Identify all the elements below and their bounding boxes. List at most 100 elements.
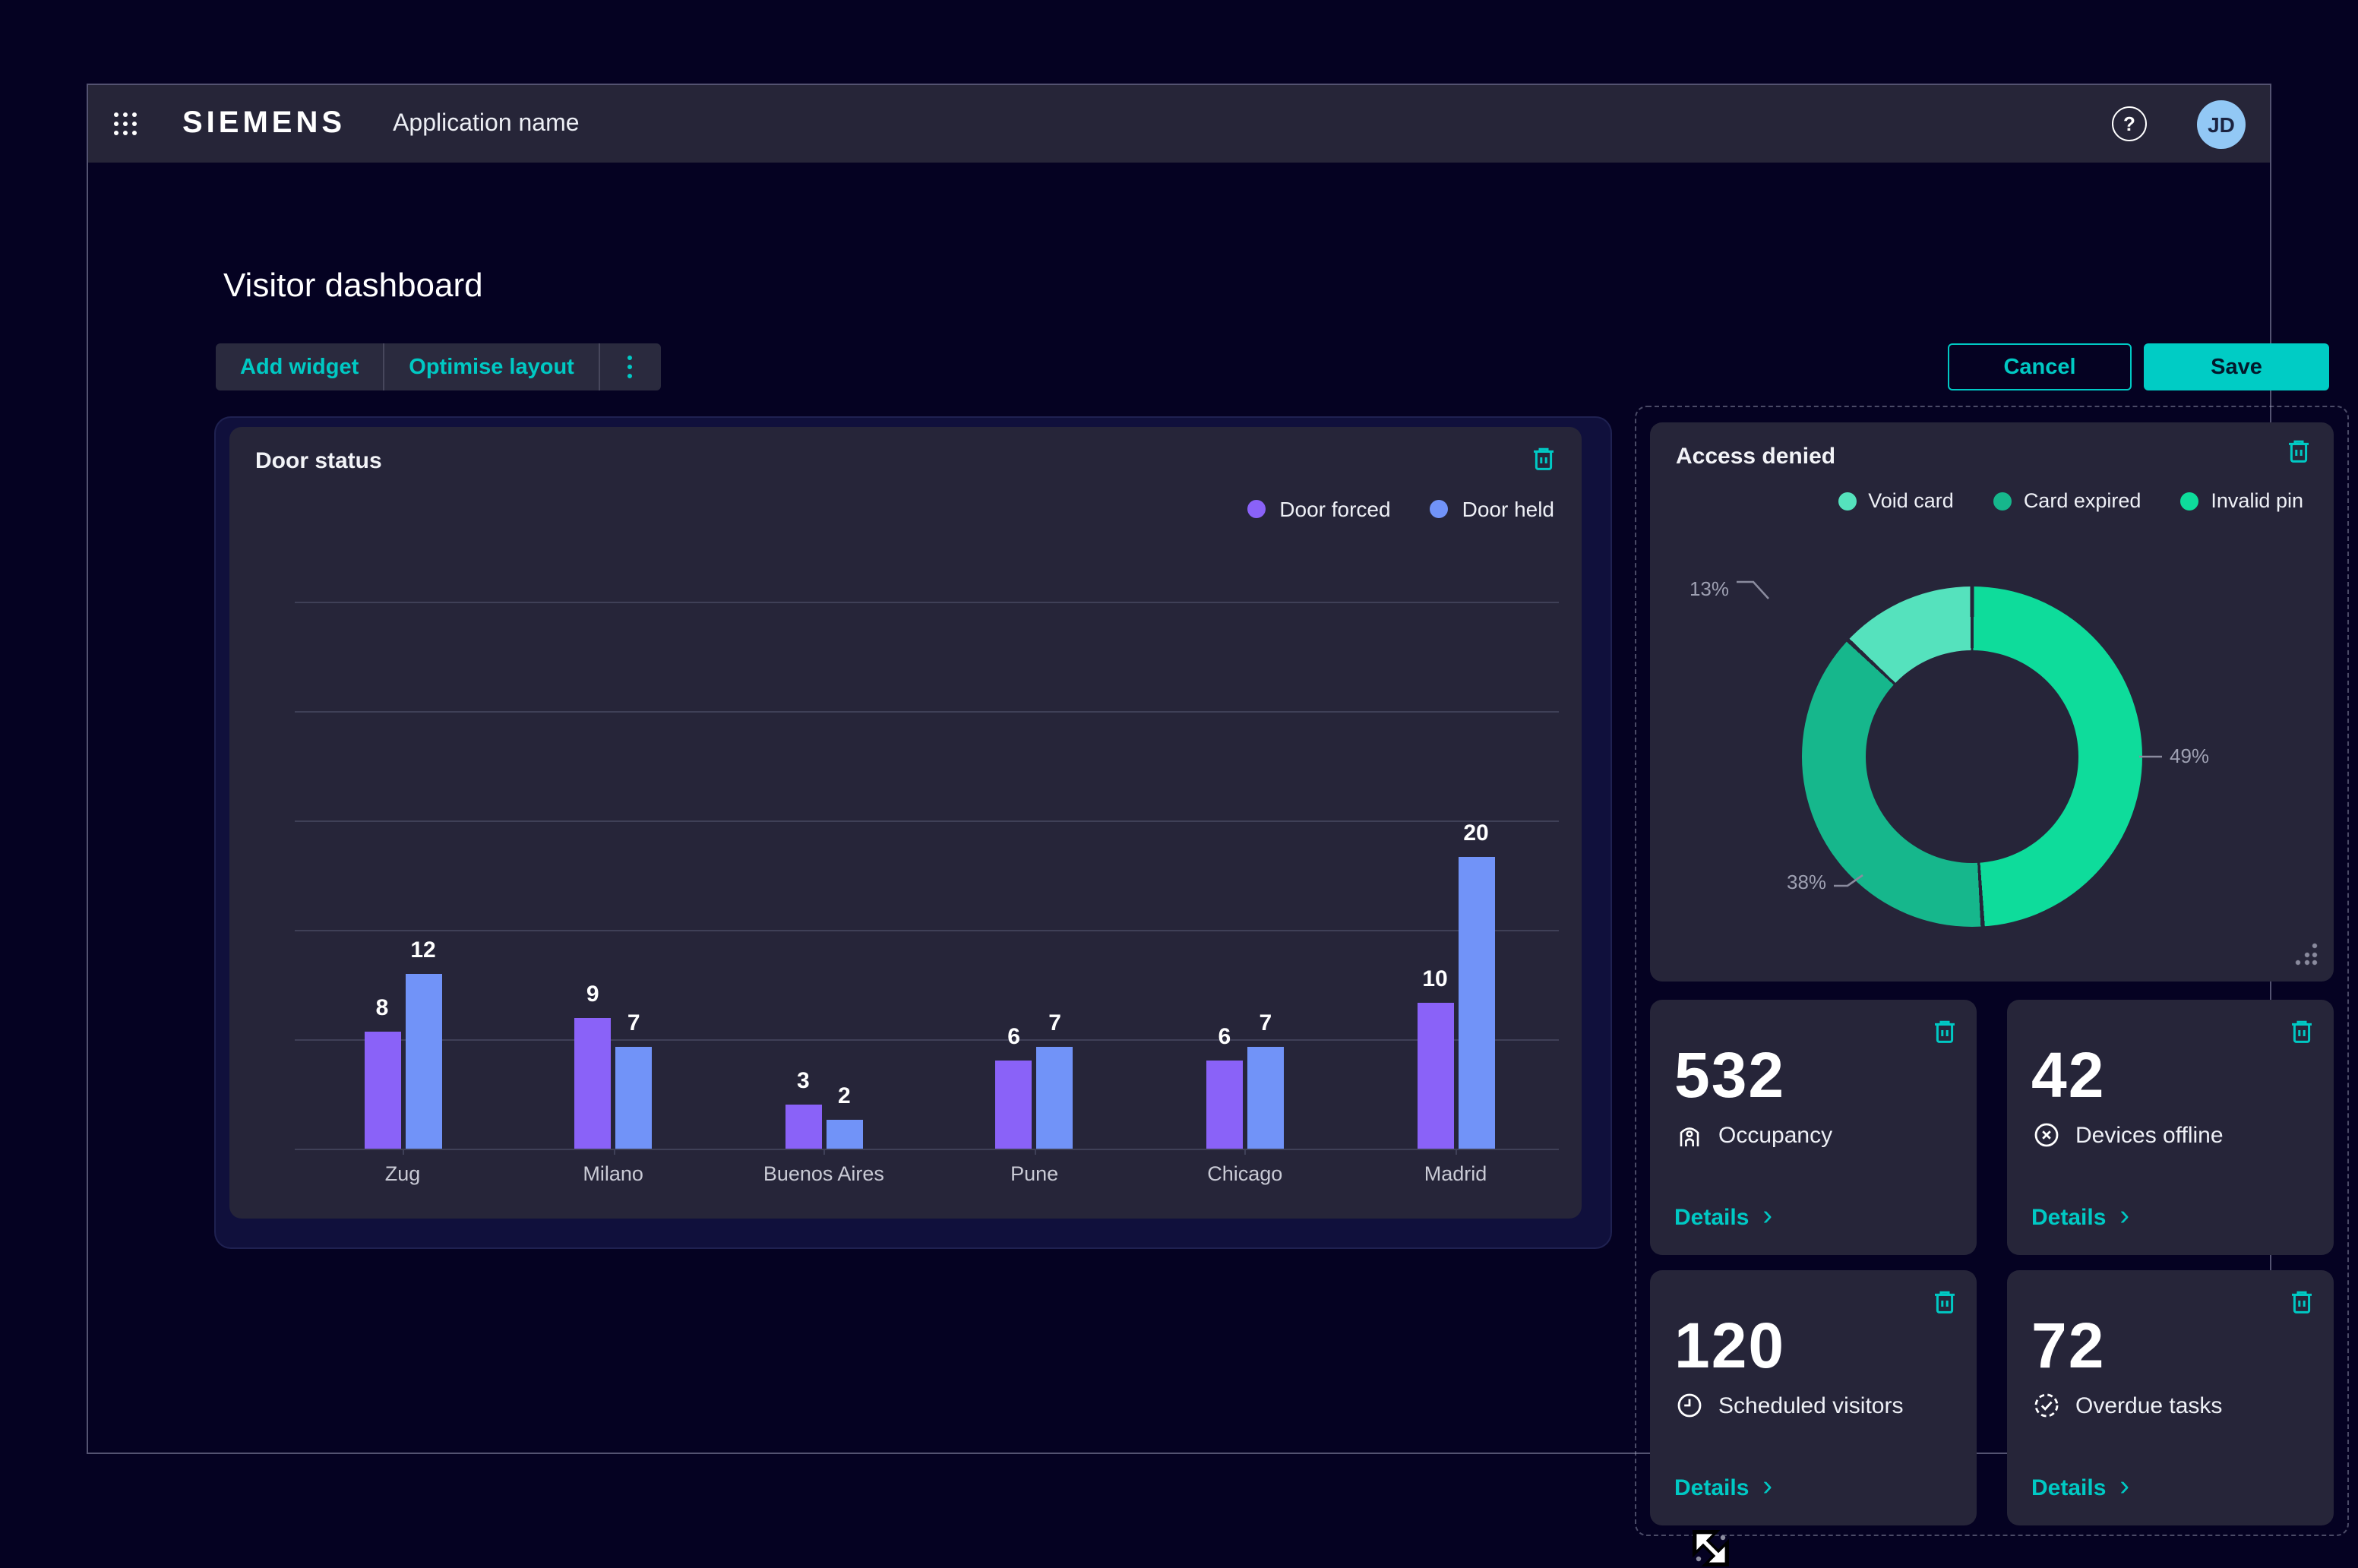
door-status-card: Door status Door forced Door held 8 12 Zug 9… [229, 427, 1582, 1219]
resize-grip-icon[interactable] [2294, 942, 2318, 966]
bar-door-held-buenos-aires [826, 1120, 862, 1149]
kpi-card-occupancy[interactable]: 532OccupancyDetails› [1650, 1000, 1977, 1255]
donut-callout-13: 13% [1689, 574, 1775, 602]
legend-dot-icon [1430, 500, 1449, 518]
legend-item: Invalid pin [2180, 489, 2303, 512]
details-link[interactable]: Details› [1674, 1205, 1772, 1231]
kpi-card-overdue-tasks[interactable]: 72Overdue tasksDetails› [2007, 1270, 2334, 1525]
bar-door-forced-pune [996, 1061, 1032, 1149]
legend-label: Void card [1868, 489, 1954, 512]
delete-widget-icon[interactable] [2288, 1018, 2315, 1045]
donut-callout-38: 38% [1787, 871, 1866, 893]
delete-widget-icon[interactable] [1931, 1288, 1958, 1316]
bar-door-held-pune [1037, 1047, 1073, 1149]
siemens-logo: SIEMENS [182, 106, 346, 141]
bar-door-held-milano [615, 1047, 652, 1149]
kpi-value: 120 [1674, 1310, 1785, 1383]
kpi-value: 532 [1674, 1039, 1785, 1112]
legend-item: Void card [1838, 489, 1954, 512]
details-link[interactable]: Details› [1674, 1475, 1772, 1501]
widget-toolbar: Add widget Optimise layout [216, 343, 661, 390]
screen: SIEMENS Application name ? JD Visitor da… [0, 0, 2358, 1538]
gridline [295, 711, 1559, 713]
legend-label: Card expired [2024, 489, 2141, 512]
gridline [295, 820, 1559, 822]
more-options-icon[interactable] [600, 343, 661, 390]
bar-door-held-zug [405, 974, 441, 1149]
delete-widget-icon[interactable] [1530, 445, 1557, 473]
widget-title: Access denied [1676, 444, 1835, 469]
legend-dot-icon [1993, 492, 2012, 510]
details-link[interactable]: Details› [2031, 1475, 2129, 1501]
device-offline-icon [2033, 1121, 2060, 1149]
resize-cursor-icon[interactable] [1691, 1528, 1731, 1568]
bar-door-forced-chicago [1206, 1061, 1243, 1149]
page-title: Visitor dashboard [223, 266, 483, 305]
bar-door-held-madrid [1458, 857, 1494, 1149]
app-launcher-icon[interactable] [114, 112, 137, 135]
legend-label: Door forced [1279, 497, 1390, 521]
legend-item: Door held [1430, 497, 1554, 521]
bar-value-label: 20 [1446, 820, 1506, 846]
bar-value-label: 10 [1405, 966, 1465, 992]
kpi-card-scheduled-visitors[interactable]: 120 Scheduled visitors Details› [1650, 1270, 1977, 1525]
kpi-card-devices-offline[interactable]: 42Devices offlineDetails› [2007, 1000, 2334, 1255]
bar-value-label: 7 [1235, 1010, 1296, 1036]
avatar[interactable]: JD [2197, 100, 2246, 148]
delete-widget-icon[interactable] [2285, 438, 2312, 465]
gridline [295, 1039, 1559, 1041]
save-button[interactable]: Save [2144, 343, 2329, 390]
x-axis-tick [1456, 1149, 1457, 1155]
details-link[interactable]: Details› [2031, 1205, 2129, 1231]
legend-dot-icon [1838, 492, 1856, 510]
chevron-right-icon: › [1762, 1476, 1772, 1497]
legend-label: Invalid pin [2211, 489, 2303, 512]
x-axis-label: Pune [944, 1162, 1126, 1185]
x-axis-label: Buenos Aires [732, 1162, 915, 1185]
legend-dot-icon [1247, 500, 1266, 518]
delete-widget-icon[interactable] [2288, 1288, 2315, 1316]
chevron-right-icon: › [1762, 1206, 1772, 1227]
bar-value-label: 8 [352, 995, 412, 1021]
bar-door-held-chicago [1247, 1047, 1284, 1149]
legend-label: Door held [1462, 497, 1554, 521]
bar-door-forced-madrid [1417, 1003, 1453, 1149]
x-axis-tick [1035, 1149, 1036, 1155]
app-window: SIEMENS Application name ? JD Visitor da… [87, 84, 2271, 1454]
clock-icon [1676, 1392, 1703, 1419]
help-icon[interactable]: ? [2112, 106, 2147, 141]
application-name: Application name [393, 110, 580, 138]
legend-item: Door forced [1247, 497, 1390, 521]
occupancy-icon [1676, 1121, 1703, 1149]
kpi-label: Overdue tasks [2075, 1393, 2222, 1418]
bar-value-label: 7 [603, 1010, 664, 1036]
delete-widget-icon[interactable] [1931, 1018, 1958, 1045]
app-header: SIEMENS Application name ? JD [88, 85, 2270, 163]
chart-legend: Void card Card expired Invalid pin [1838, 489, 2303, 512]
bar-chart: 812Zug97Milano32Buenos Aires67Pune67Chic… [295, 602, 1559, 1149]
donut-hole [1866, 650, 2078, 863]
x-axis-label: Zug [311, 1162, 494, 1185]
x-axis-tick [613, 1149, 615, 1155]
x-axis-label: Chicago [1154, 1162, 1336, 1185]
bar-value-label: 12 [393, 937, 454, 963]
widget-title: Door status [255, 448, 382, 474]
chevron-right-icon: › [2119, 1476, 2129, 1497]
bar-value-label: 2 [814, 1083, 874, 1109]
gridline [295, 930, 1559, 931]
door-status-widget-wrapper[interactable]: Door status Door forced Door held 8 12 Zug 9… [216, 418, 1610, 1247]
kpi-label: Scheduled visitors [1718, 1393, 1903, 1418]
cancel-button[interactable]: Cancel [1948, 343, 2132, 390]
x-axis-tick [1245, 1149, 1247, 1155]
bar-door-forced-zug [364, 1032, 400, 1149]
donut-callout-49: 49% [2139, 744, 2209, 767]
x-axis-tick [403, 1149, 404, 1155]
access-denied-card[interactable]: Access denied Void card Card expired Inval… [1650, 422, 2334, 982]
x-axis-line [295, 1149, 1559, 1150]
x-axis-label: Madrid [1364, 1162, 1547, 1185]
add-widget-button[interactable]: Add widget [216, 343, 383, 390]
chevron-right-icon: › [2119, 1206, 2129, 1227]
bar-value-label: 9 [562, 982, 623, 1007]
bar-door-forced-buenos-aires [785, 1105, 821, 1149]
optimise-layout-button[interactable]: Optimise layout [384, 343, 599, 390]
